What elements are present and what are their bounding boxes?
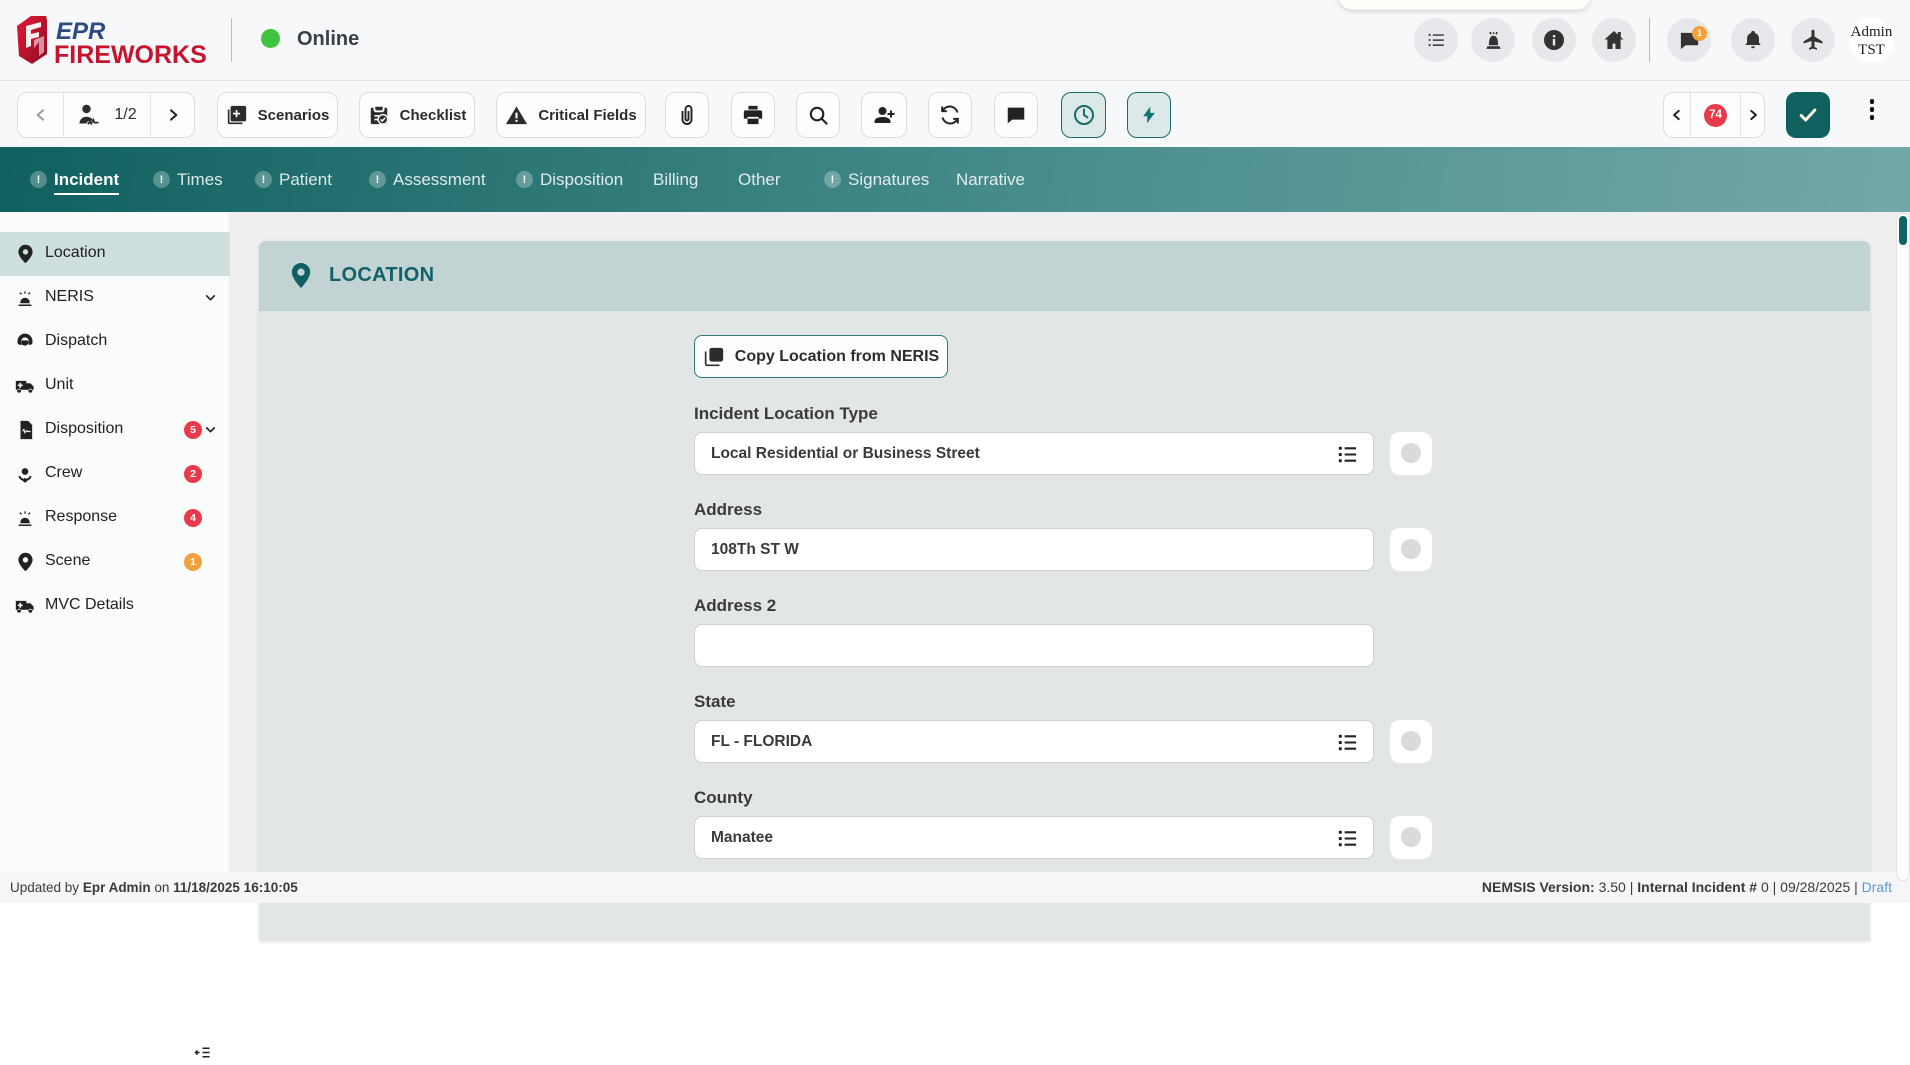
svg-text:FIREWORKS: FIREWORKS [54, 41, 207, 66]
